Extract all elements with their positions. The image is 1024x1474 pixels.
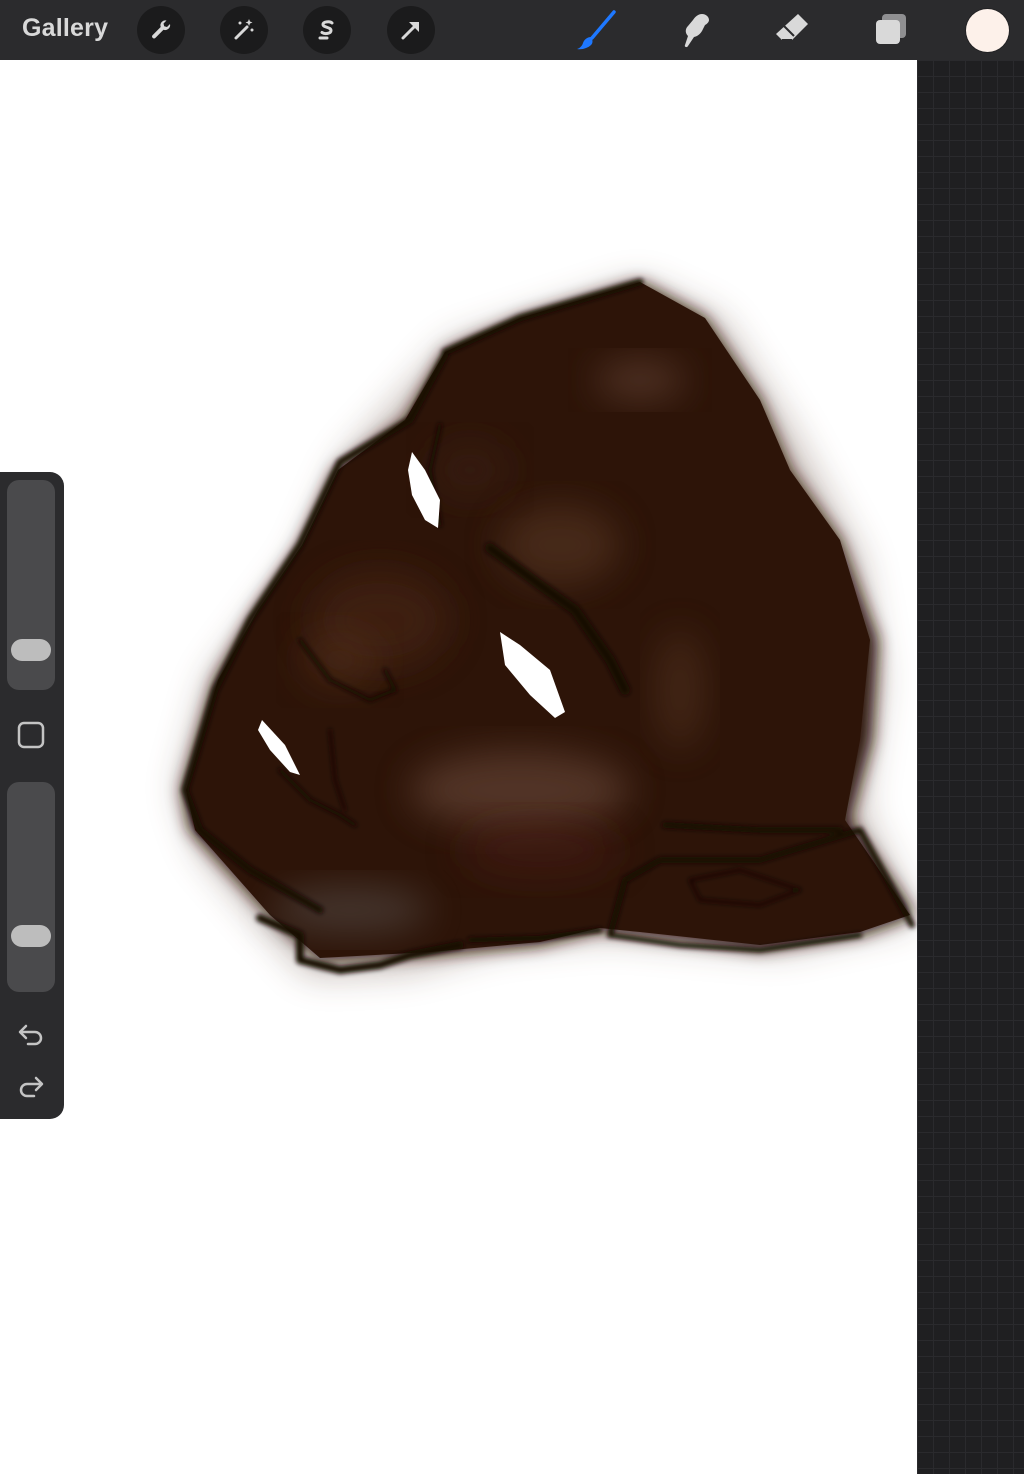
brush-size-slider[interactable] (7, 480, 55, 690)
brush-icon (574, 8, 618, 52)
adjustments-button[interactable] (220, 6, 268, 54)
smudge-icon (672, 8, 716, 52)
opacity-knob[interactable] (11, 924, 51, 947)
procreate-app: Gallery (0, 0, 1024, 1474)
redo-button[interactable] (16, 1071, 46, 1101)
sidebar (0, 472, 64, 1119)
transform-arrow-icon (398, 17, 424, 43)
artwork-face-painting (180, 278, 915, 975)
eraser-icon (770, 8, 814, 52)
wrench-icon (148, 17, 174, 43)
layers-button[interactable] (868, 8, 912, 52)
workspace-background (917, 60, 1024, 1474)
smudge-tool-button[interactable] (672, 8, 716, 52)
modify-button[interactable] (17, 721, 45, 749)
redo-icon (16, 1071, 46, 1101)
magic-wand-icon (231, 17, 257, 43)
eraser-tool-button[interactable] (770, 8, 814, 52)
brush-size-knob[interactable] (11, 638, 51, 661)
layers-icon (868, 8, 912, 52)
color-picker-button[interactable] (966, 9, 1009, 52)
brush-tool-button[interactable] (574, 8, 618, 52)
selection-icon (314, 17, 340, 43)
drawing-canvas[interactable] (0, 60, 917, 1474)
opacity-slider[interactable] (7, 782, 55, 992)
transform-button[interactable] (387, 6, 435, 54)
actions-button[interactable] (137, 6, 185, 54)
undo-icon (16, 1019, 46, 1049)
top-toolbar: Gallery (0, 0, 1024, 60)
square-icon (17, 721, 45, 749)
undo-button[interactable] (16, 1019, 46, 1049)
selection-button[interactable] (303, 6, 351, 54)
gallery-button[interactable]: Gallery (22, 14, 108, 43)
